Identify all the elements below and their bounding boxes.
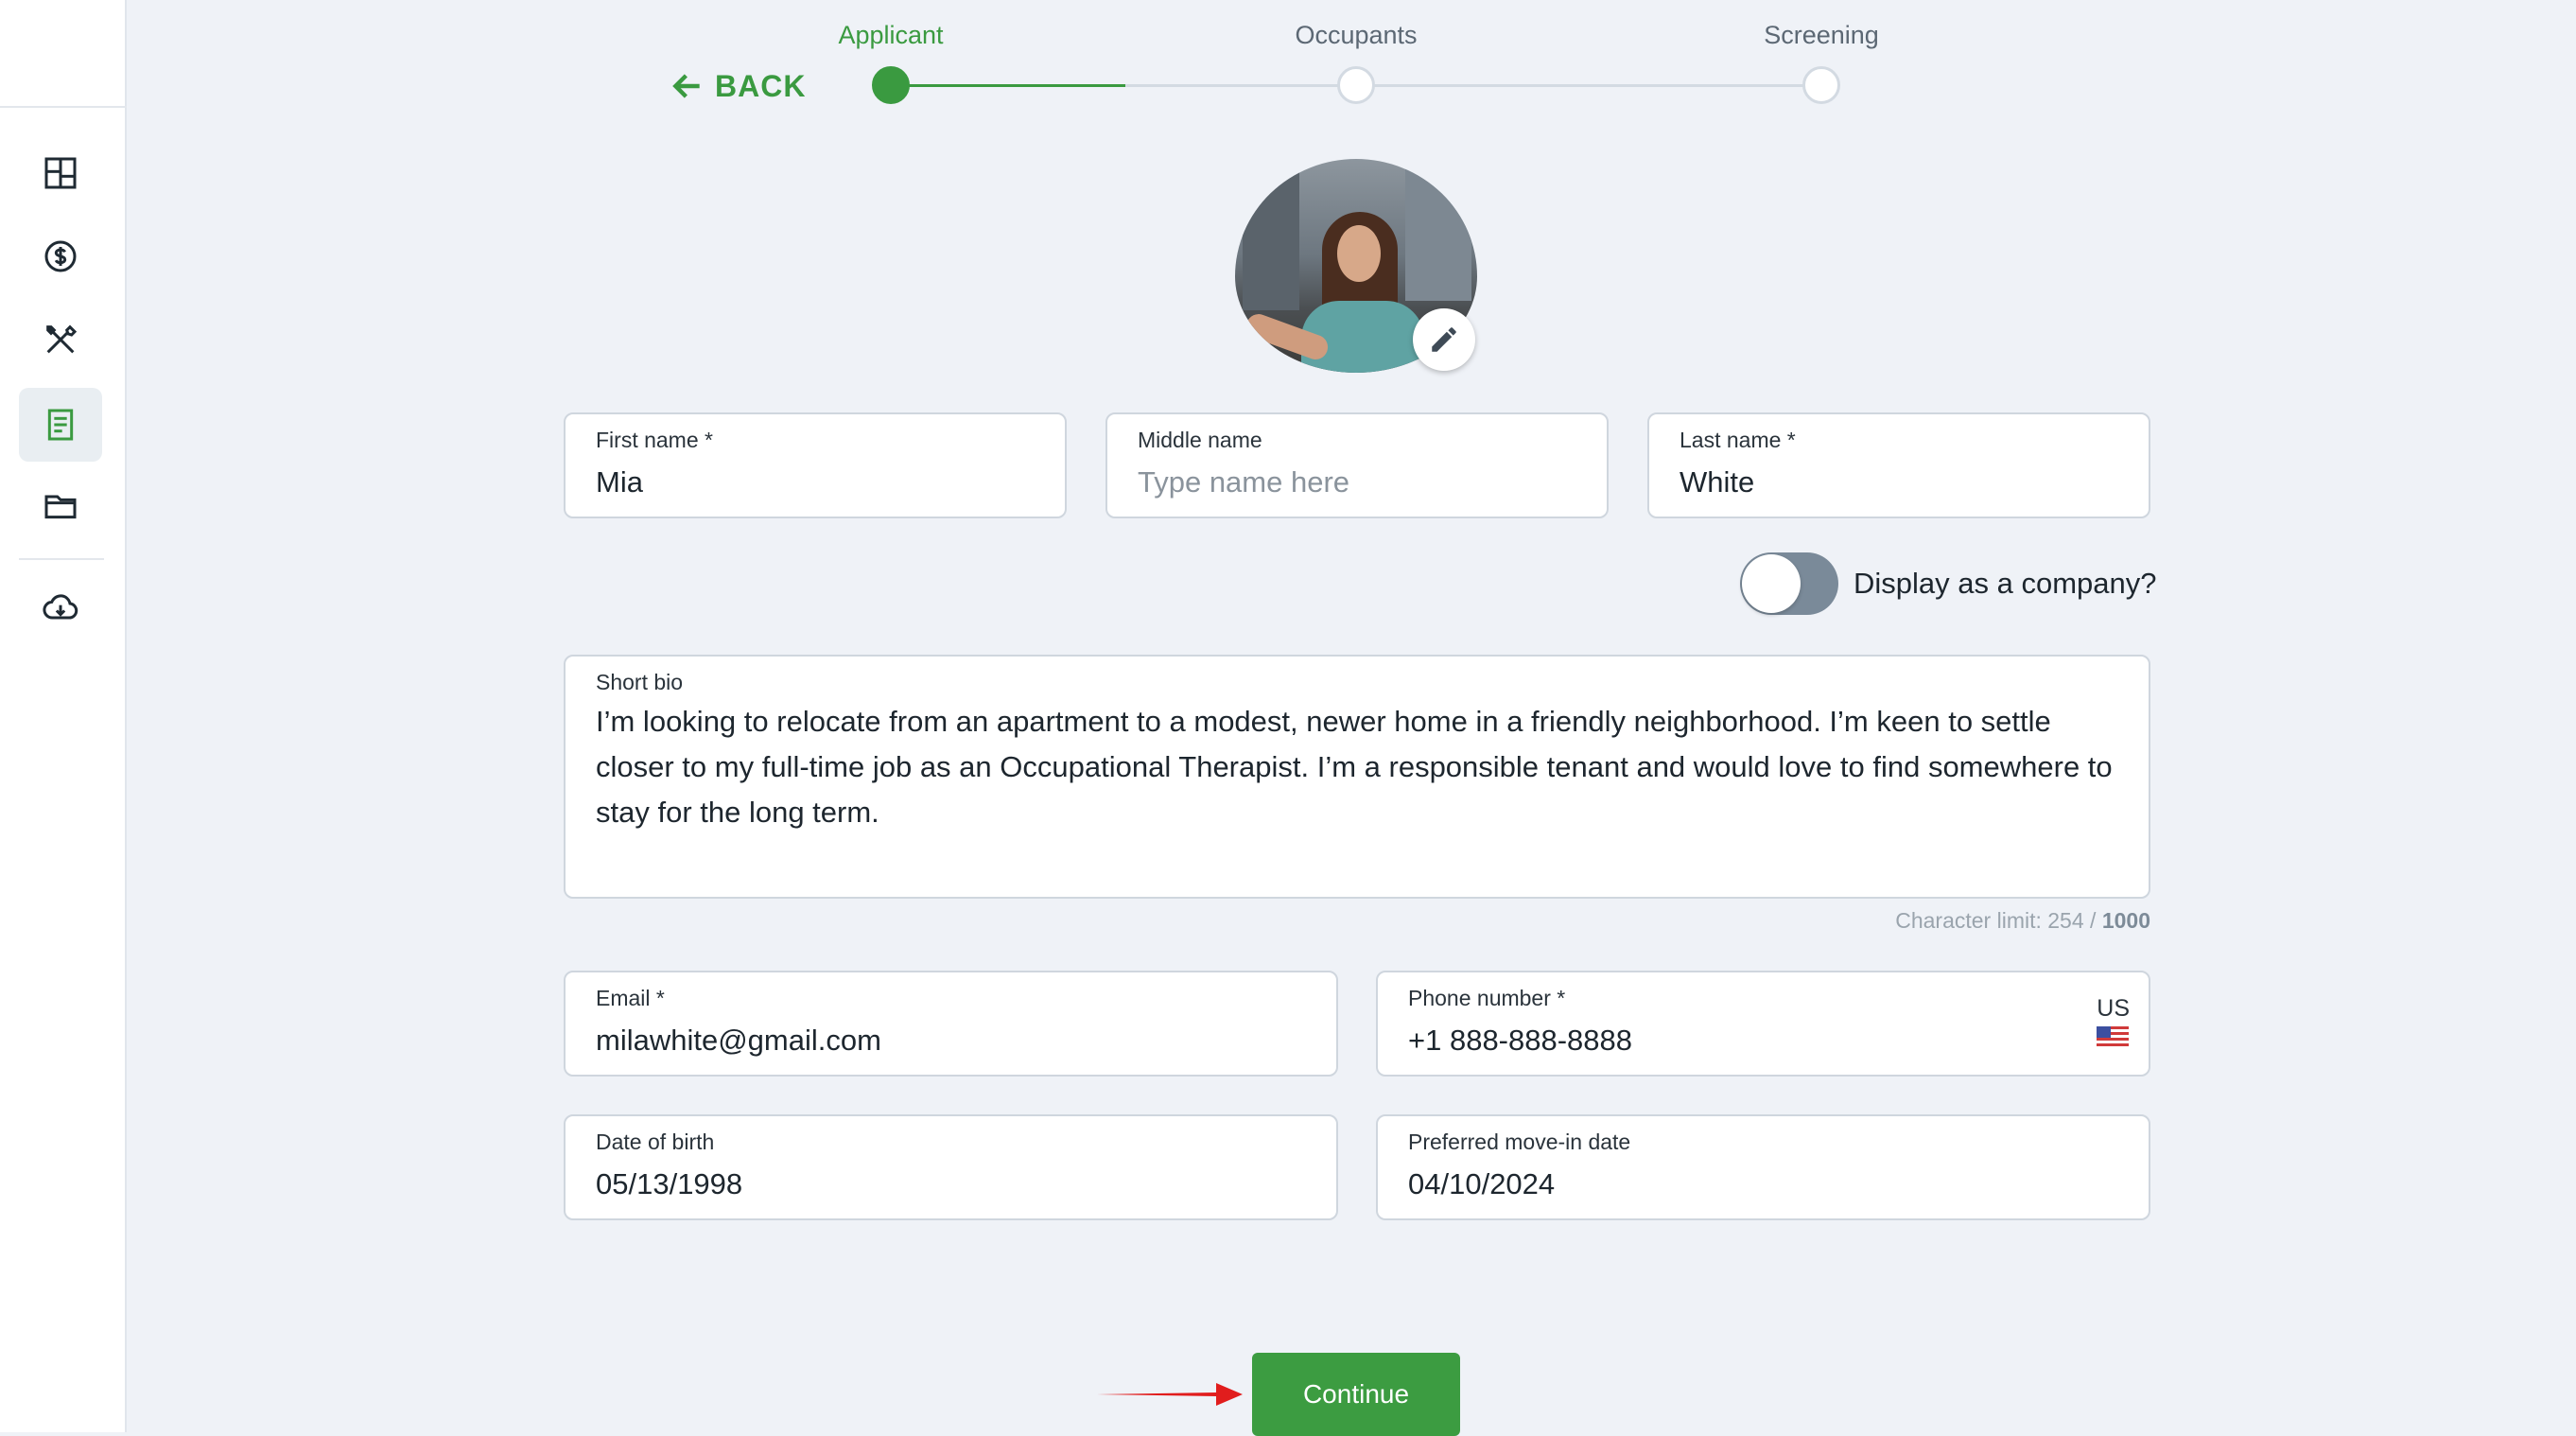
country-selector[interactable]: US <box>2097 995 2130 1047</box>
progress-stepper: BACK Applicant Occupants Screening <box>0 0 2576 114</box>
short-bio-label: Short bio <box>596 670 684 694</box>
move-in-date-value[interactable]: 04/10/2024 <box>1408 1167 2118 1201</box>
step-dot-screening[interactable] <box>1802 66 1840 104</box>
first-name-label: First name * <box>596 428 713 452</box>
character-max: 1000 <box>2101 908 2150 933</box>
first-name-value[interactable]: Mia <box>596 465 1035 499</box>
folder-icon <box>44 495 77 519</box>
email-field[interactable]: Email * milawhite@gmail.com <box>564 971 1338 1077</box>
short-bio-field[interactable]: Short bio I’m looking to relocate from a… <box>564 655 2150 899</box>
step-dot-applicant[interactable] <box>872 66 910 104</box>
step-dot-occupants[interactable] <box>1337 66 1375 104</box>
middle-name-label: Middle name <box>1138 428 1262 452</box>
back-label: BACK <box>715 68 807 103</box>
date-of-birth-value[interactable]: 05/13/1998 <box>596 1167 1306 1201</box>
character-limit: Character limit: 254 / 1000 <box>1895 908 2150 934</box>
short-bio-text[interactable]: I’m looking to relocate from an apartmen… <box>596 699 2118 835</box>
document-icon <box>47 409 74 441</box>
last-name-label: Last name * <box>1680 428 1796 452</box>
sidebar-item-payments[interactable] <box>19 219 102 293</box>
company-toggle-row: Display as a company? <box>1740 552 2157 615</box>
sidebar-divider <box>19 558 104 560</box>
step-line <box>1125 84 1356 87</box>
last-name-field[interactable]: Last name * White <box>1647 412 2150 518</box>
phone-label: Phone number * <box>1408 986 1566 1010</box>
step-label-applicant: Applicant <box>838 21 944 49</box>
move-in-date-field[interactable]: Preferred move-in date 04/10/2024 <box>1376 1114 2150 1220</box>
step-line-completed <box>891 84 1125 87</box>
dollar-circle-icon <box>44 240 77 272</box>
annotation-arrow <box>1097 1383 1243 1406</box>
sidebar-item-dashboard[interactable] <box>19 136 102 210</box>
us-flag-icon <box>2097 1026 2130 1047</box>
cloud-download-icon <box>43 594 78 620</box>
email-label: Email * <box>596 986 665 1010</box>
step-label-screening: Screening <box>1764 21 1879 49</box>
last-name-value[interactable]: White <box>1680 465 2118 499</box>
first-name-field[interactable]: First name * Mia <box>564 412 1067 518</box>
date-of-birth-label: Date of birth <box>596 1130 715 1154</box>
sidebar-item-download[interactable] <box>19 571 102 645</box>
arrow-left-icon <box>672 74 700 98</box>
phone-value[interactable]: +1 888-888-8888 <box>1408 1024 2118 1058</box>
profile-photo <box>1235 159 1481 377</box>
sidebar-item-files[interactable] <box>19 469 102 543</box>
move-in-date-label: Preferred move-in date <box>1408 1130 1631 1154</box>
middle-name-field[interactable]: Middle name <box>1105 412 1609 518</box>
company-toggle-label: Display as a company? <box>1854 567 2157 600</box>
dashboard-icon <box>44 157 77 189</box>
company-toggle[interactable] <box>1740 552 1838 615</box>
step-line <box>1356 84 1821 87</box>
toggle-knob <box>1742 554 1801 613</box>
middle-name-input[interactable] <box>1138 465 1576 499</box>
phone-field[interactable]: Phone number * +1 888-888-8888 US <box>1376 971 2150 1077</box>
date-of-birth-field[interactable]: Date of birth 05/13/1998 <box>564 1114 1338 1220</box>
sidebar-item-applications[interactable] <box>19 388 102 462</box>
sidebar <box>0 0 127 1432</box>
back-button[interactable]: BACK <box>670 68 806 104</box>
character-count: Character limit: 254 / <box>1895 908 2102 933</box>
edit-photo-button[interactable] <box>1413 308 1475 371</box>
sidebar-item-maintenance[interactable] <box>19 303 102 377</box>
step-label-occupants: Occupants <box>1295 21 1418 49</box>
country-code: US <box>2097 995 2130 1022</box>
tools-icon <box>46 324 78 354</box>
email-value[interactable]: milawhite@gmail.com <box>596 1024 1306 1058</box>
pencil-icon <box>1432 327 1456 352</box>
continue-button[interactable]: Continue <box>1252 1353 1460 1436</box>
